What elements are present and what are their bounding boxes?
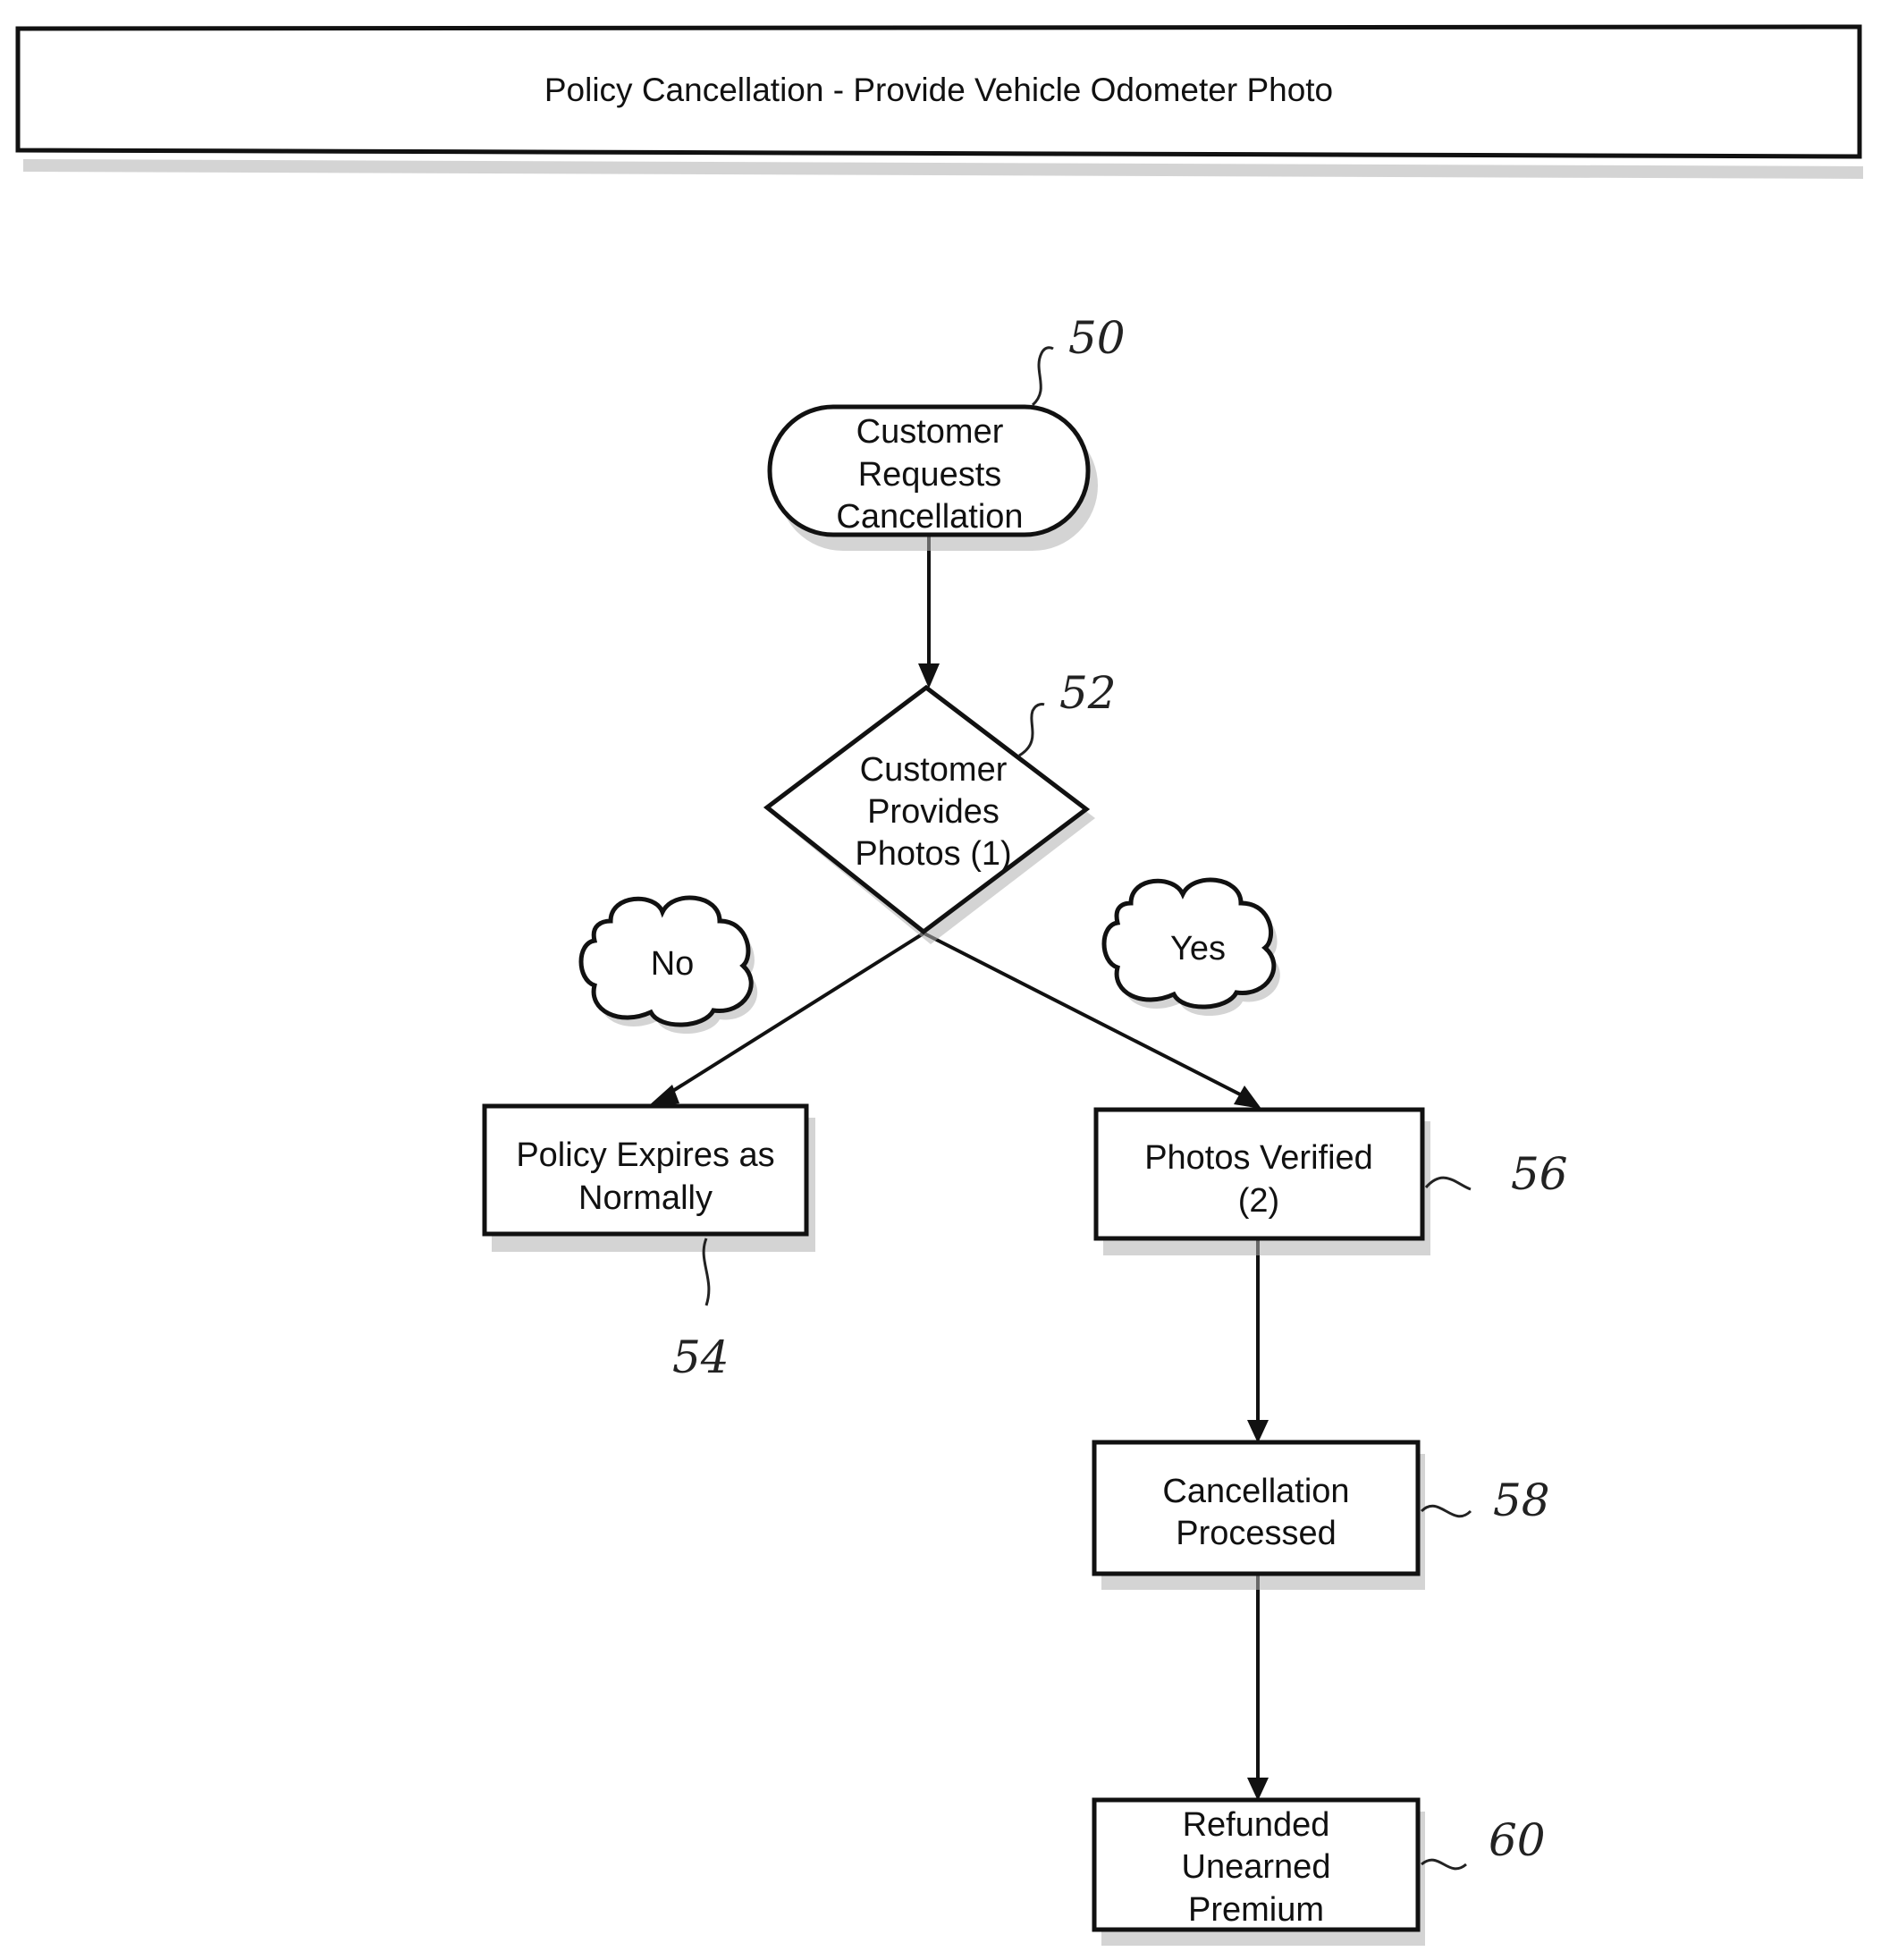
leader-60 [1421,1858,1467,1871]
diagram-title: Policy Cancellation - Provide Vehicle Od… [544,72,1333,108]
branch-yes-label: Yes [1170,930,1226,967]
decision-line-1: Customer [860,751,1008,789]
decision-line-2: Provides [867,793,1000,831]
branch-no-label: No [651,945,695,983]
node-start-terminator[interactable]: Customer Requests Cancellation [767,404,1098,551]
reference-numerals: 50 52 54 56 58 60 [672,312,1568,1871]
start-line-1: Customer [856,413,1004,451]
verify-line-2: (2) [1238,1182,1279,1220]
ref-label-58: 58 [1493,1474,1550,1526]
node-policy-expires[interactable]: Policy Expires as Normally [482,1103,815,1252]
leader-58 [1420,1504,1472,1518]
leader-56 [1424,1176,1472,1191]
header-box: Policy Cancellation - Provide Vehicle Od… [15,24,1863,179]
node-refunded-premium[interactable]: Refunded Unearned Premium [1092,1797,1425,1946]
expire-line-1: Policy Expires as [516,1136,774,1174]
ref-label-60: 60 [1489,1814,1546,1866]
start-line-3: Cancellation [836,498,1023,536]
start-line-2: Requests [858,456,1002,494]
arrowhead-verify-to-process [1247,1420,1269,1443]
leader-52 [1018,703,1045,757]
node-cancellation-processed[interactable]: Cancellation Processed [1092,1440,1425,1590]
ref-label-54: 54 [672,1331,730,1383]
refund-line-3: Premium [1188,1891,1324,1929]
branch-no-cloud: No [578,895,758,1035]
expire-line-2: Normally [578,1179,713,1217]
refund-line-2: Unearned [1182,1848,1331,1886]
arrowhead-decision-to-verify [1234,1086,1261,1109]
branch-yes-cloud: Yes [1101,877,1280,1017]
process-line-2: Processed [1176,1515,1337,1552]
ref-label-50: 50 [1068,312,1126,364]
verify-line-1: Photos Verified [1144,1139,1373,1177]
leader-50 [1031,346,1054,407]
node-decision-diamond[interactable]: Customer Provides Photos (1) [763,684,1095,944]
decision-line-3: Photos (1) [855,835,1011,873]
flowchart-canvas: Policy Cancellation - Provide Vehicle Od… [15,24,1863,1946]
arrowhead-start-to-decision [918,663,940,689]
arrowhead-process-to-refund [1247,1778,1269,1801]
ref-label-52: 52 [1059,667,1117,719]
ref-label-56: 56 [1511,1148,1568,1200]
refund-line-1: Refunded [1183,1806,1330,1844]
node-photos-verified[interactable]: Photos Verified (2) [1093,1107,1430,1255]
process-line-1: Cancellation [1162,1473,1349,1510]
